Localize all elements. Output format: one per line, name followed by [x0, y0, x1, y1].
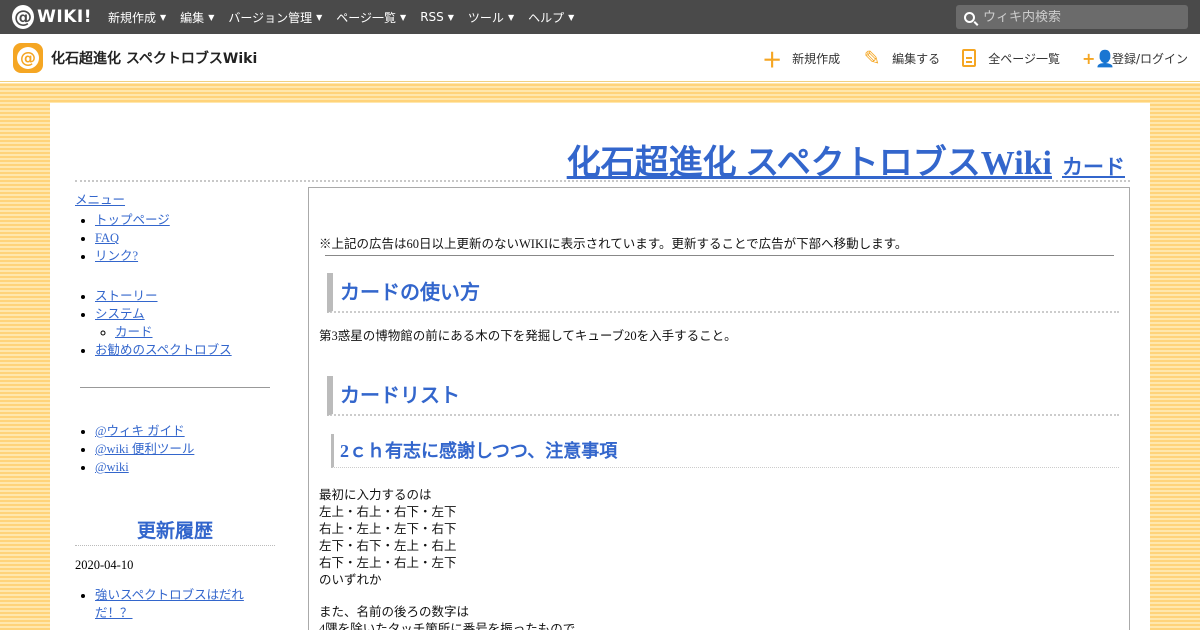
link-wiki-guide[interactable]: @ウィキ ガイド: [95, 424, 185, 438]
history-link[interactable]: 強いスペクトロブスはだれだ！？: [95, 588, 244, 620]
ad-divider: [325, 255, 1114, 256]
menu-version-label: バージョン管理: [228, 10, 313, 25]
menu-rss-label: RSS: [420, 10, 444, 24]
notes-line: 4隅を除いたタッチ箇所に番号を振ったもので: [319, 622, 576, 630]
login-button[interactable]: +👤 登録/ログイン: [1082, 49, 1188, 68]
menu-new[interactable]: 新規作成 ▼: [108, 9, 166, 26]
list-item: お勧めのスペクトロブス: [95, 341, 275, 359]
menu-submenu: カード: [95, 323, 275, 341]
list-item: カード: [115, 323, 275, 341]
pencil-icon: ✎: [863, 46, 881, 70]
notes-line: 左下・右下・左上・右上: [319, 539, 457, 553]
list-item: @wiki 便利ツール: [95, 440, 275, 458]
plus-icon: ＋: [762, 47, 783, 72]
add-user-icon: +👤: [1081, 48, 1116, 68]
wiki-search: [956, 5, 1188, 29]
caret-down-icon: ▼: [568, 12, 575, 22]
list-item: リンク?: [95, 247, 275, 265]
caret-down-icon: ▼: [208, 12, 215, 22]
link-recommended[interactable]: お勧めのスペクトロブス: [95, 343, 232, 357]
wiki-title[interactable]: 化石超進化 スペクトロブスWiki カード: [567, 135, 1125, 184]
list-item: システム カード: [95, 305, 275, 341]
notes-line: また、名前の後ろの数字は: [319, 605, 470, 619]
link-atwiki[interactable]: @wiki: [95, 460, 129, 474]
left-menu: メニュー トップページ FAQ リンク? ストーリー システム カード お勧めの…: [75, 191, 275, 622]
logo-text: WIKI!: [37, 7, 92, 27]
menu-tools[interactable]: ツール ▼: [468, 9, 514, 26]
menu-help-label: ヘルプ: [528, 10, 565, 25]
title-divider: [75, 180, 1130, 182]
new-page-label: 新規作成: [792, 51, 841, 66]
new-page-button[interactable]: ＋ 新規作成: [762, 44, 840, 73]
link-wiki-tools[interactable]: @wiki 便利ツール: [95, 442, 194, 456]
edit-page-label: 編集する: [892, 51, 941, 66]
notes-line: 右上・左上・左下・右下: [319, 522, 457, 536]
document-icon: [962, 49, 977, 67]
notes-line: 右下・左上・右上・左下: [319, 556, 457, 570]
menu-edit-label: 編集: [180, 10, 205, 25]
list-item: @wiki: [95, 458, 275, 476]
link-card[interactable]: カード: [115, 325, 153, 339]
edit-page-button[interactable]: ✎ 編集する: [862, 46, 940, 70]
usage-text: 第3惑星の博物館の前にある木の下を発掘してキューブ20を入手すること。: [319, 329, 737, 343]
menu-heading-link[interactable]: メニュー: [75, 193, 125, 207]
caret-down-icon: ▼: [160, 12, 167, 22]
link-story[interactable]: ストーリー: [95, 289, 158, 303]
login-label: 登録/ログイン: [1111, 51, 1188, 66]
heading-card-list: カードリスト: [327, 376, 1119, 416]
notes-line: 左上・右上・右下・左下: [319, 505, 457, 519]
atwiki-logo[interactable]: @ WIKI!: [12, 5, 92, 29]
main-content: ※上記の広告は60日以上更新のないWIKIに表示されています。更新することで広告…: [308, 187, 1130, 630]
caret-down-icon: ▼: [400, 12, 407, 22]
menu-group-1: トップページ FAQ リンク?: [75, 211, 275, 265]
menu-version[interactable]: バージョン管理 ▼: [228, 9, 322, 26]
menu-pages-label: ページ一覧: [336, 10, 397, 25]
heading-card-usage: カードの使い方: [327, 273, 1119, 313]
caret-down-icon: ▼: [316, 12, 323, 22]
link-links[interactable]: リンク?: [95, 249, 138, 263]
ad-notice: ※上記の広告は60日以上更新のないWIKIに表示されています。更新することで広告…: [319, 237, 908, 251]
menu-divider: [80, 387, 270, 388]
list-item: 強いスペクトロブスはだれだ！？: [95, 586, 275, 622]
list-item: FAQ: [95, 229, 275, 247]
page-subtitle-link[interactable]: カード: [1062, 151, 1125, 181]
menu-group-2: ストーリー システム カード お勧めのスペクトロブス: [75, 287, 275, 359]
at-icon: @: [12, 5, 35, 29]
menu-help[interactable]: ヘルプ ▼: [528, 9, 574, 26]
notes-line: 最初に入力するのは: [319, 488, 432, 502]
page-body: 化石超進化 スペクトロブスWiki カード メニュー トップページ FAQ リン…: [50, 103, 1150, 630]
link-faq[interactable]: FAQ: [95, 231, 119, 245]
site-name[interactable]: 化石超進化 スペクトロブスWiki: [51, 48, 257, 68]
all-pages-label: 全ページ一覧: [988, 51, 1060, 66]
list-item: @ウィキ ガイド: [95, 422, 275, 440]
menu-new-label: 新規作成: [108, 10, 157, 25]
link-system[interactable]: システム: [95, 307, 145, 321]
history-title: 更新履歴: [75, 516, 275, 546]
caret-down-icon: ▼: [507, 12, 515, 22]
list-item: トップページ: [95, 211, 275, 229]
notes-line: のいずれか: [319, 573, 382, 587]
history-list: 強いスペクトロブスはだれだ！？: [75, 586, 275, 622]
search-input[interactable]: [983, 9, 1173, 25]
link-top-page[interactable]: トップページ: [95, 213, 170, 227]
wiki-title-text[interactable]: 化石超進化 スペクトロブスWiki: [567, 135, 1052, 184]
top-menu: 新規作成 ▼ 編集 ▼ バージョン管理 ▼ ページ一覧 ▼ RSS ▼ ツール ▼ ヘルプ ▼: [108, 9, 588, 26]
history-date: 2020-04-10: [75, 558, 134, 572]
heading-notes: 2ｃｈ有志に感謝しつつ、注意事項: [331, 434, 1119, 468]
menu-tools-label: ツール: [467, 10, 504, 25]
all-pages-button[interactable]: 全ページ一覧: [962, 49, 1060, 67]
list-item: ストーリー: [95, 287, 275, 305]
top-navbar: @ WIKI! 新規作成 ▼ 編集 ▼ バージョン管理 ▼ ページ一覧 ▼ RSS ▼ ツ…: [0, 0, 1200, 34]
menu-group-3: @ウィキ ガイド @wiki 便利ツール @wiki: [75, 422, 275, 476]
site-header: @ 化石超進化 スペクトロブスWiki ＋ 新規作成 ✎ 編集する 全ページ一覧…: [0, 34, 1200, 82]
search-icon[interactable]: [964, 11, 975, 23]
caret-down-icon: ▼: [447, 12, 454, 22]
site-logo-icon[interactable]: @: [13, 42, 43, 73]
menu-edit[interactable]: 編集 ▼: [180, 9, 214, 26]
site-actions: ＋ 新規作成 ✎ 編集する 全ページ一覧 +👤 登録/ログイン: [740, 34, 1188, 82]
menu-pages[interactable]: ページ一覧 ▼: [336, 9, 406, 26]
menu-rss[interactable]: RSS ▼: [420, 9, 454, 26]
